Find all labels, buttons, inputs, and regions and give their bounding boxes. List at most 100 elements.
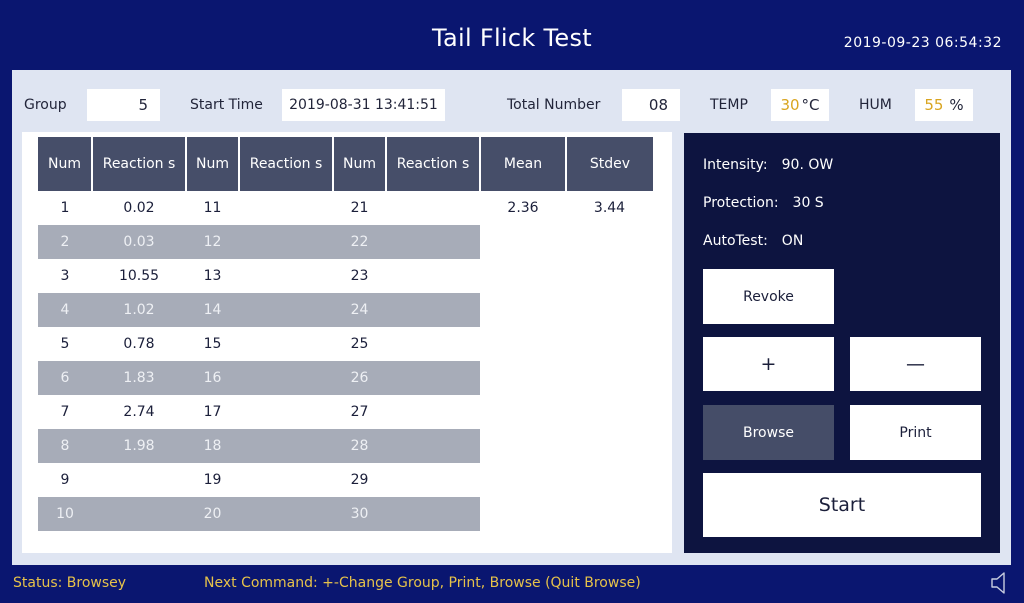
cell-num-3: 27 (350, 404, 369, 420)
status-text: Status: Browsey (13, 575, 127, 591)
cell-num-2: 12 (186, 225, 239, 259)
cell-reaction-3 (386, 361, 480, 395)
cell-stdev (566, 497, 653, 531)
group-field[interactable]: 5 (87, 89, 160, 121)
cell-reaction-2 (239, 497, 333, 531)
intensity-info: Intensity: 90. OW (703, 157, 833, 173)
revoke-button[interactable]: Revoke (703, 269, 834, 324)
autotest-info: AutoTest: ON (703, 233, 803, 249)
cell-stdev (566, 463, 653, 497)
table-row: 3 10.55 13 23 (38, 259, 653, 293)
temp-unit: °C (801, 96, 820, 114)
cell-reaction-1: 1.02 (92, 293, 186, 327)
cell-reaction-3 (386, 463, 480, 497)
cell-reaction-1: 0.02 (123, 200, 155, 216)
cell-reaction-3 (386, 395, 480, 429)
cell-reaction-1: 1.83 (92, 361, 186, 395)
cell-reaction-2 (239, 225, 333, 259)
cell-mean (480, 429, 566, 463)
cell-mean (480, 361, 566, 395)
cell-mean (480, 293, 566, 327)
cell-stdev: 3.44 (593, 200, 626, 216)
cell-num-3: 23 (350, 268, 369, 284)
cell-stdev (566, 225, 653, 259)
cell-num-3: 30 (333, 497, 386, 531)
table-row: 6 1.83 16 26 (38, 361, 653, 395)
cell-num-2: 15 (203, 336, 222, 352)
cell-num-1: 9 (60, 472, 70, 488)
minus-button[interactable]: — (850, 337, 981, 391)
temp-field: 30 °C (771, 89, 829, 121)
plus-button[interactable]: + (703, 337, 834, 391)
cell-num-1: 3 (60, 268, 70, 284)
cell-num-3: 24 (333, 293, 386, 327)
cell-mean: 2.36 (507, 200, 539, 216)
hum-unit: % (949, 96, 964, 114)
cell-reaction-3 (386, 293, 480, 327)
results-table-area: Num Reaction s Num Reaction s Num Reacti… (22, 132, 672, 553)
cell-num-2: 17 (203, 404, 222, 420)
cell-reaction-2 (239, 463, 333, 497)
cell-reaction-3 (386, 259, 480, 293)
datetime-display: 2019-09-23 06:54:32 (843, 35, 1002, 51)
header-num-1: Num (38, 137, 93, 191)
cell-reaction-2 (239, 327, 333, 361)
cell-stdev (566, 361, 653, 395)
hum-value: 55 (924, 96, 944, 114)
results-table: Num Reaction s Num Reaction s Num Reacti… (38, 137, 653, 531)
cell-reaction-2 (239, 259, 333, 293)
cell-num-1: 1 (60, 200, 70, 216)
cell-reaction-3 (386, 225, 480, 259)
cell-num-1: 10 (38, 497, 92, 531)
group-label: Group (24, 97, 67, 113)
cell-stdev (566, 293, 653, 327)
cell-mean (480, 327, 566, 361)
print-button[interactable]: Print (850, 405, 981, 460)
temp-label: TEMP (710, 97, 748, 113)
header-stdev: Stdev (566, 137, 653, 191)
cell-reaction-2 (239, 429, 333, 463)
cell-num-1: 6 (38, 361, 92, 395)
cell-reaction-1: 2.74 (123, 404, 155, 420)
cell-num-2: 13 (203, 268, 222, 284)
cell-mean (480, 259, 566, 293)
table-row: 7 2.74 17 27 (38, 395, 653, 429)
header-num-2: Num (186, 137, 240, 191)
header-num-3: Num (333, 137, 387, 191)
cell-num-3: 21 (350, 200, 369, 216)
cell-reaction-3 (386, 497, 480, 531)
header-mean: Mean (480, 137, 567, 191)
browse-button[interactable]: Browse (703, 405, 834, 460)
autotest-label: AutoTest: (703, 233, 768, 249)
table-row: 4 1.02 14 24 (38, 293, 653, 327)
table-row: 9 19 29 (38, 463, 653, 497)
table-row: 10 20 30 (38, 497, 653, 531)
cell-reaction-2 (239, 361, 333, 395)
start-button[interactable]: Start (703, 473, 981, 537)
cell-num-3: 22 (333, 225, 386, 259)
cell-mean (480, 497, 566, 531)
cell-mean (480, 225, 566, 259)
header-reaction-2: Reaction s (239, 137, 334, 191)
cell-num-1: 7 (60, 404, 70, 420)
cell-num-3: 26 (333, 361, 386, 395)
cell-num-2: 19 (203, 472, 222, 488)
cell-num-1: 4 (38, 293, 92, 327)
table-row: 1 0.02 11 21 2.36 3.44 (38, 191, 653, 225)
cell-num-3: 25 (350, 336, 369, 352)
cell-reaction-2 (239, 293, 333, 327)
cell-reaction-1: 1.98 (92, 429, 186, 463)
table-row: 5 0.78 15 25 (38, 327, 653, 361)
header-reaction-1: Reaction s (92, 137, 187, 191)
cell-reaction-1: 0.78 (123, 336, 155, 352)
cell-reaction-3 (386, 429, 480, 463)
protection-info: Protection: 30 S (703, 195, 824, 211)
cell-reaction-1 (92, 497, 186, 531)
cell-num-1: 5 (60, 336, 70, 352)
cell-mean (480, 463, 566, 497)
cell-num-3: 28 (333, 429, 386, 463)
speaker-icon[interactable] (990, 571, 1010, 595)
hum-label: HUM (859, 97, 892, 113)
cell-stdev (566, 429, 653, 463)
intensity-label: Intensity: (703, 157, 768, 173)
